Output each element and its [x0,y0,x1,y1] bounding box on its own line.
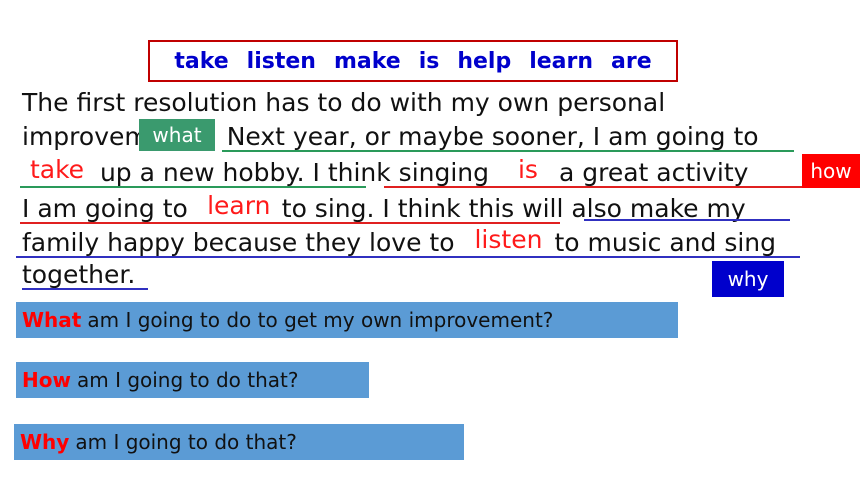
red-underline [20,222,560,224]
answer-blank-2[interactable]: is [496,156,559,188]
answer-blank-3[interactable]: learn [195,192,282,224]
passage-line-2: improvem Next year, or maybe sooner, I am… [22,122,759,151]
green-underline [222,150,794,152]
how-tag: how [802,154,860,188]
blue-underline [22,288,148,290]
blue-underline [584,219,790,221]
why-tag: why [712,261,784,297]
red-underline [384,186,802,188]
word-bank-item: is [418,48,440,74]
question-what: What am I going to do to get my own impro… [16,302,678,338]
passage-line-5: family happy because they love to listen… [22,225,777,258]
word-bank-item: listen [246,48,316,74]
answer-blank-1[interactable]: take [22,156,92,188]
passage-line-6: together. [22,260,136,289]
green-underline [20,186,366,188]
question-how: How am I going to do that? [16,362,369,398]
word-bank-item: make [333,48,401,74]
answer-blank-4[interactable]: listen [462,226,555,258]
word-bank: take listen make is help learn are [148,40,678,82]
word-bank-item: are [611,48,652,74]
what-tag: what [139,119,215,151]
passage-line-1: The first resolution has to do with my o… [22,88,666,117]
word-bank-item: learn [529,48,594,74]
passage-line-3: take up a new hobby. I think singing is a… [22,156,748,190]
blue-underline [16,256,800,258]
question-why: Why am I going to do that? [14,424,464,460]
word-bank-item: help [457,48,512,74]
word-bank-item: take [174,48,229,74]
